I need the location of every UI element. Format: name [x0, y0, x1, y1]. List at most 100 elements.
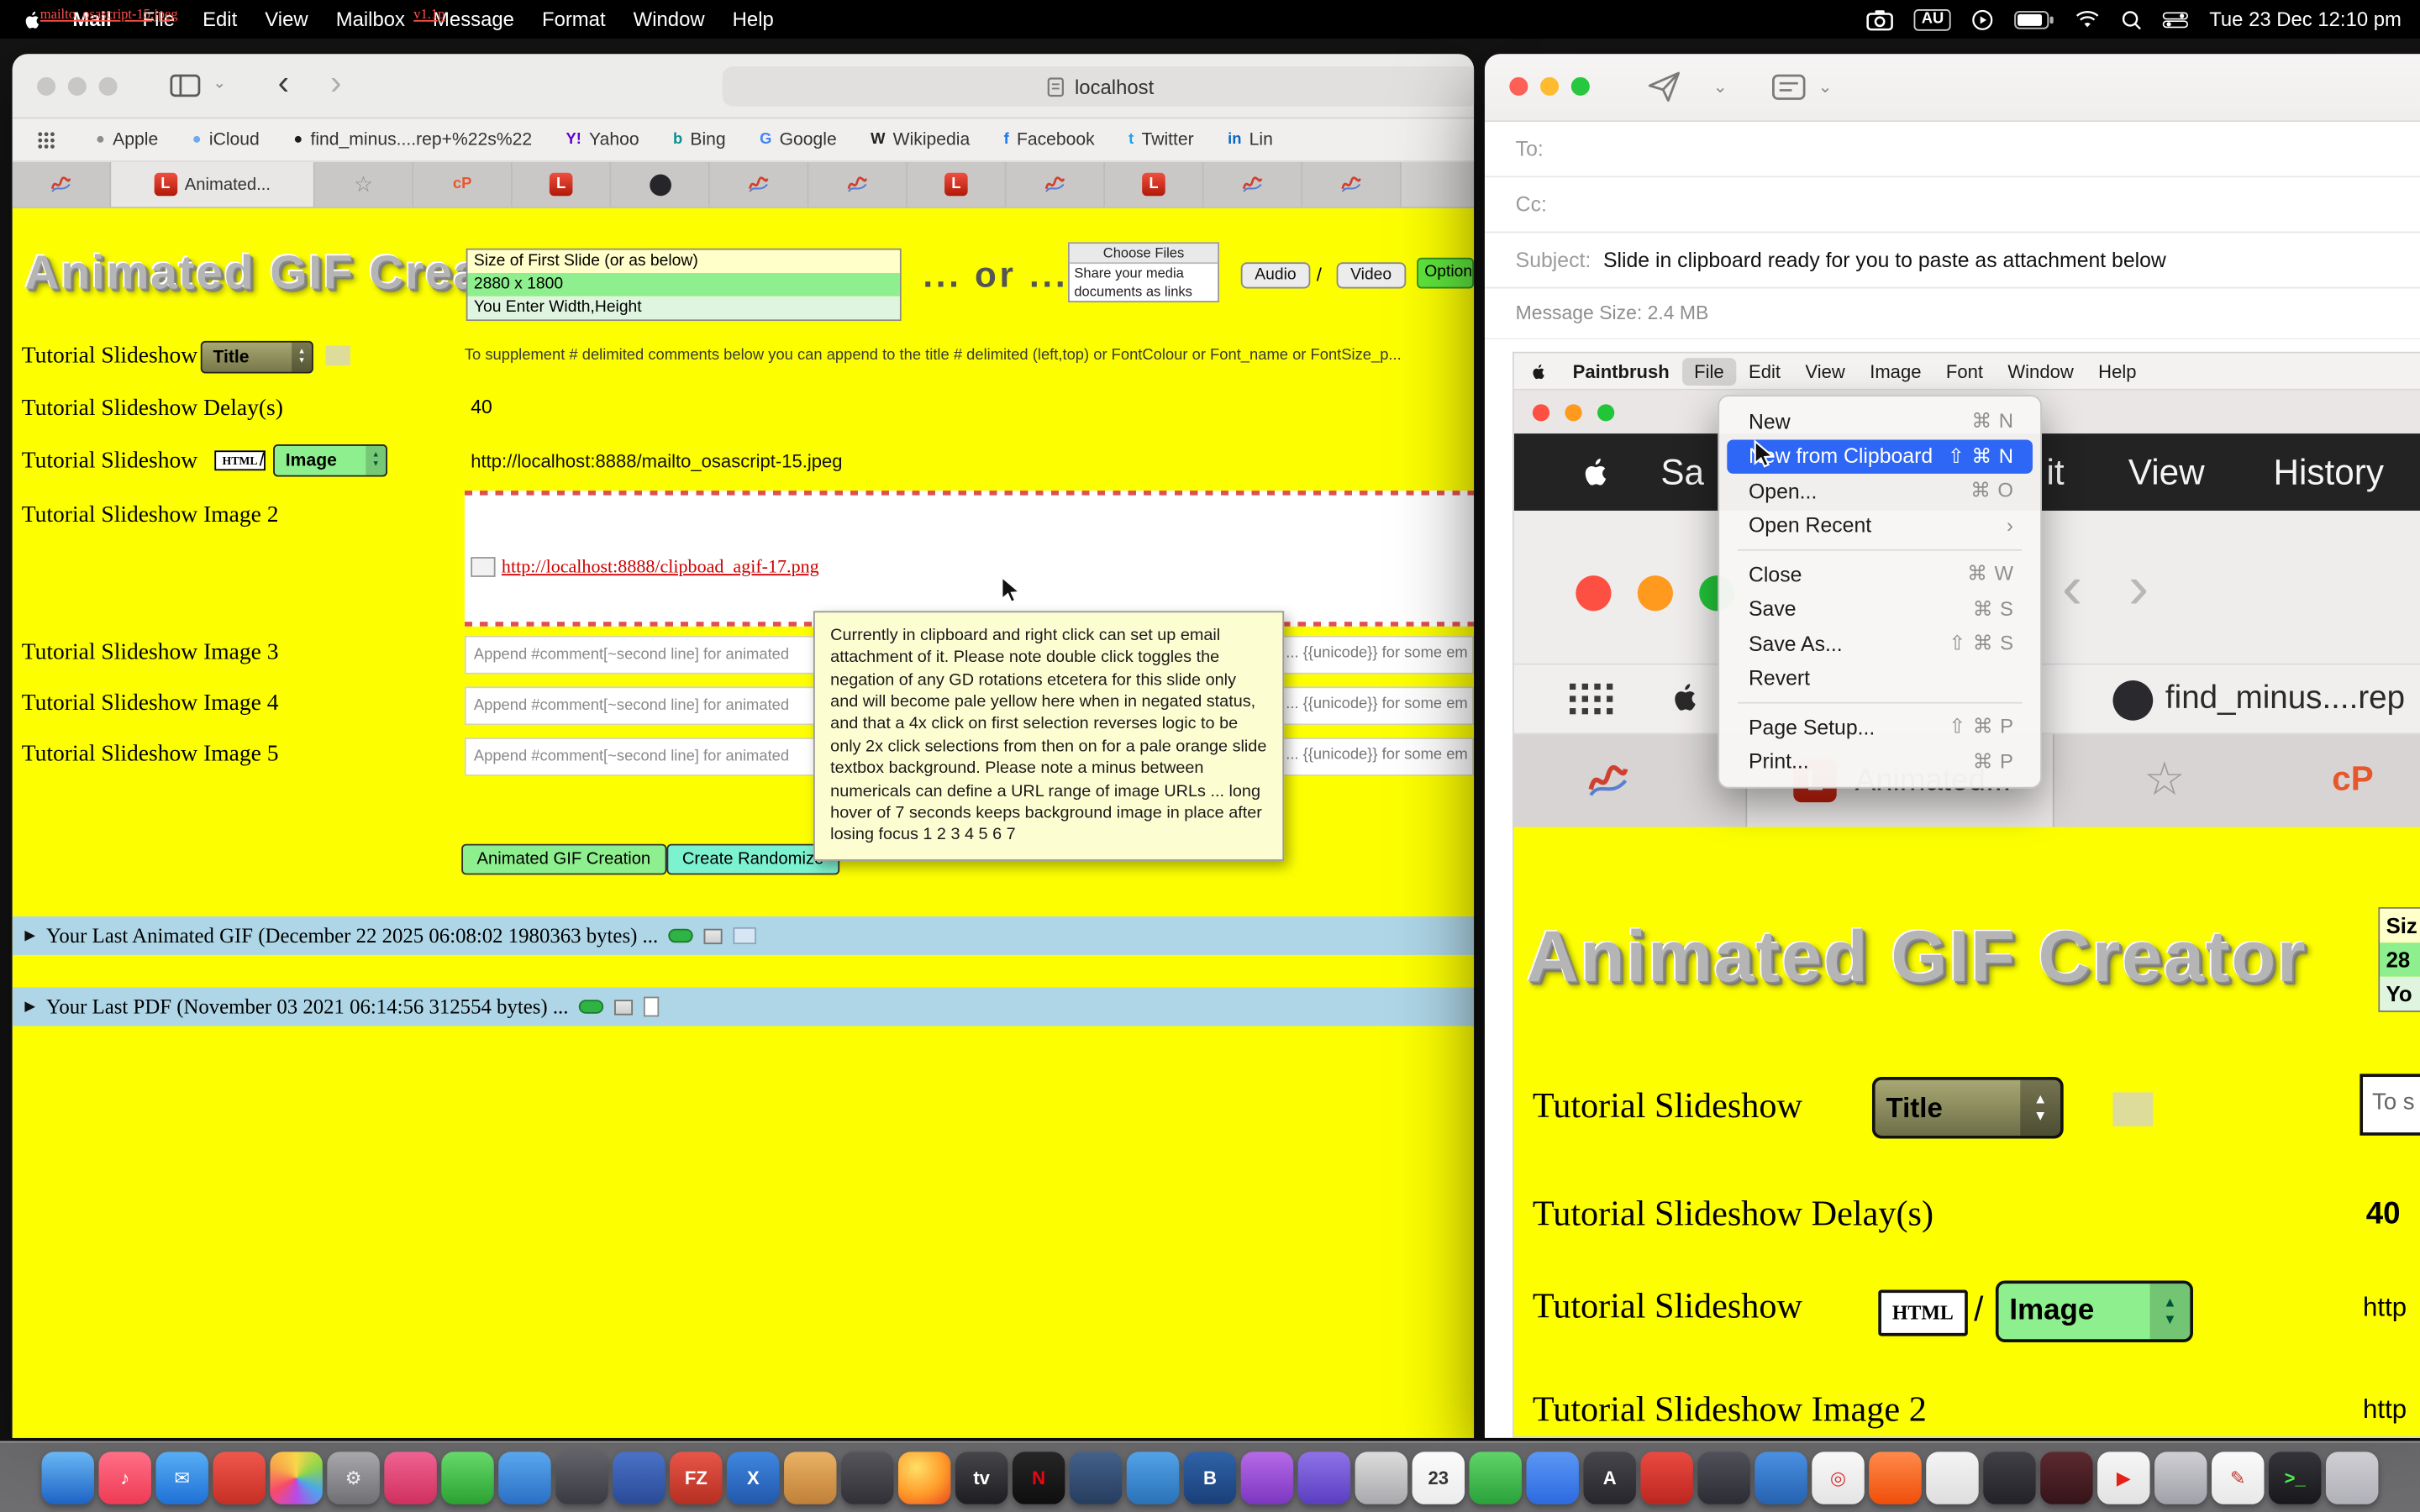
sidebar-chevron-icon[interactable]: ⌄: [213, 76, 225, 92]
last-pdf-bar[interactable]: ▶ Your Last PDF (November 03 2021 06:14:…: [13, 988, 1474, 1026]
minimize-button[interactable]: [68, 77, 87, 96]
sidebar-toggle-icon[interactable]: [170, 74, 201, 97]
paintbrush-app-name[interactable]: Paintbrush: [1560, 360, 1681, 382]
dock-icon-white-dot[interactable]: ◎: [1812, 1452, 1864, 1504]
options-button[interactable]: Option...: [1417, 258, 1474, 289]
apple-menu-icon[interactable]: [1529, 360, 1548, 382]
forward-button[interactable]: ›: [330, 63, 341, 103]
animated-gif-creation-button[interactable]: Animated GIF Creation: [461, 844, 666, 875]
dock-icon-ink-app[interactable]: [1697, 1452, 1749, 1504]
pdf-page-icon[interactable]: [644, 997, 659, 1017]
camera-status-icon[interactable]: [1866, 8, 1894, 30]
menubar-menu-item[interactable]: Help: [718, 8, 787, 31]
file-menu-item[interactable]: Print...⌘ P: [1727, 744, 2033, 779]
bookmark-item[interactable]: ●find_minus....rep+%22s%22: [293, 130, 532, 149]
browser-tab[interactable]: [710, 162, 809, 207]
dock-icon-silver-app[interactable]: [2154, 1452, 2207, 1504]
file-upload-control[interactable]: Choose Files Share your media documents …: [1068, 242, 1219, 302]
bookmarks-grid-icon[interactable]: [37, 130, 55, 149]
file-menu-item[interactable]: Open Recent›: [1727, 508, 2033, 543]
browser-tab[interactable]: L: [908, 162, 1007, 207]
dock-icon-finder[interactable]: [42, 1452, 94, 1504]
image2-drop-zone[interactable]: http://localhost:8888/clipboad_agif-17.p…: [465, 491, 1474, 627]
browser-tab[interactable]: [1007, 162, 1106, 207]
address-bar[interactable]: localhost: [723, 66, 1474, 107]
dock-icon-podcasts[interactable]: [1241, 1452, 1293, 1504]
menubar-menu-item[interactable]: Mailbox: [322, 8, 418, 31]
browser-tab[interactable]: L: [513, 162, 612, 207]
paintbrush-menu-item[interactable]: View: [1793, 357, 1858, 385]
browser-tab-active[interactable]: LAnimated...: [111, 162, 314, 207]
browser-tab[interactable]: cP: [413, 162, 513, 207]
browser-tab[interactable]: [808, 162, 908, 207]
file-menu-item[interactable]: Revert: [1727, 661, 2033, 696]
choose-files-button[interactable]: Choose Files: [1070, 244, 1218, 264]
dock-icon-zoom[interactable]: [1527, 1452, 1579, 1504]
title-dropdown[interactable]: Title▲▼: [201, 341, 313, 374]
paintbrush-menu-item[interactable]: Font: [1933, 357, 1995, 385]
dock-icon-firefox[interactable]: [898, 1452, 950, 1504]
disclosure-triangle-icon[interactable]: ▶: [24, 998, 35, 1015]
video-button[interactable]: Video: [1337, 262, 1406, 288]
file-menu-item[interactable]: Close⌘ W: [1727, 557, 2033, 591]
html-chip-button[interactable]: HTML: [214, 450, 265, 470]
bookmark-item[interactable]: tTwitter: [1128, 130, 1194, 149]
wifi-icon[interactable]: [2075, 8, 2101, 30]
audio-button[interactable]: Audio: [1241, 262, 1310, 288]
image2-url-link[interactable]: http://localhost:8888/clipboad_agif-17.p…: [502, 555, 819, 579]
dock-icon-mail[interactable]: ✉: [156, 1452, 208, 1504]
dock-icon-dark-app[interactable]: [1983, 1452, 2035, 1504]
paintbrush-menu-item[interactable]: Edit: [1736, 357, 1792, 385]
grid-thumbnail-icon[interactable]: [615, 999, 634, 1014]
close-button[interactable]: [37, 77, 55, 96]
chevron-down-icon[interactable]: ⌄: [1818, 77, 1833, 97]
last-animated-gif-bar[interactable]: ▶ Your Last Animated GIF (December 22 20…: [13, 916, 1474, 955]
dock-icon-gray-app[interactable]: [1355, 1452, 1407, 1504]
paintbrush-menu-item[interactable]: File: [1681, 357, 1736, 385]
dock-icon-violet-app[interactable]: [1298, 1452, 1350, 1504]
file-menu-item[interactable]: Page Setup...⇧ ⌘ P: [1727, 710, 2033, 744]
subject-field[interactable]: Subject:Slide in clipboard ready for you…: [1485, 233, 2420, 288]
dock-icon-settings[interactable]: ⚙: [327, 1452, 379, 1504]
disclosure-triangle-icon[interactable]: ▶: [24, 927, 35, 944]
back-button[interactable]: ‹: [278, 63, 289, 103]
menubar-menu-item[interactable]: View: [251, 8, 322, 31]
control-center-icon[interactable]: [2163, 8, 2189, 30]
zoom-button[interactable]: [99, 77, 118, 96]
bookmark-item[interactable]: WWikipedia: [871, 130, 970, 149]
browser-tab[interactable]: [1204, 162, 1303, 207]
green-pill-icon[interactable]: [669, 929, 693, 943]
bookmark-item[interactable]: Y!Yahoo: [566, 130, 639, 149]
dock-icon-calendar[interactable]: 23: [1413, 1452, 1465, 1504]
dock-icon-music[interactable]: ♪: [99, 1452, 151, 1504]
bookmark-item[interactable]: ●iCloud: [192, 130, 260, 149]
dock-icon-filezilla[interactable]: FZ: [670, 1452, 722, 1504]
dock-icon-apple-tv[interactable]: tv: [955, 1452, 1007, 1504]
browser-tab[interactable]: L: [1105, 162, 1204, 207]
dock-icon-steel-app[interactable]: [1070, 1452, 1122, 1504]
bookmark-item[interactable]: ●Apple: [96, 130, 158, 149]
minimize-button[interactable]: [1540, 77, 1559, 96]
image-dropdown[interactable]: Image▲▼: [273, 444, 387, 477]
file-menu-item[interactable]: Open...⌘ O: [1727, 474, 2033, 508]
to-field[interactable]: To:: [1485, 122, 2420, 177]
dock-icon-azure-app[interactable]: [1127, 1452, 1179, 1504]
format-pane-icon[interactable]: [1772, 74, 1806, 100]
menubar-clock[interactable]: Tue 23 Dec 12:10 pm: [2209, 8, 2402, 31]
slideshow-delay-value[interactable]: 40: [471, 396, 492, 418]
dock-icon-reddit[interactable]: [1869, 1452, 1921, 1504]
first-slide-size-box[interactable]: Size of First Slide (or as below) 2880 x…: [466, 249, 902, 321]
dock-icon-red-app[interactable]: [213, 1452, 265, 1504]
green-pill-icon[interactable]: [579, 1000, 603, 1014]
dock-icon-red-app-2[interactable]: [1640, 1452, 1692, 1504]
dock-icon-slate-app[interactable]: [555, 1452, 608, 1504]
play-status-icon[interactable]: [1971, 8, 1995, 30]
bookmark-item[interactable]: inLin: [1228, 130, 1273, 149]
paintbrush-menu-item[interactable]: Help: [2086, 357, 2149, 385]
slide1-url-text[interactable]: http://localhost:8888/mailto_osascript-1…: [471, 450, 842, 472]
paintbrush-menu-item[interactable]: Image: [1858, 357, 1934, 385]
browser-tab[interactable]: [13, 162, 112, 207]
bookmark-item[interactable]: bBing: [673, 130, 726, 149]
dock-icon-blue-app[interactable]: [498, 1452, 550, 1504]
dock-icon-netflix[interactable]: N: [1013, 1452, 1065, 1504]
